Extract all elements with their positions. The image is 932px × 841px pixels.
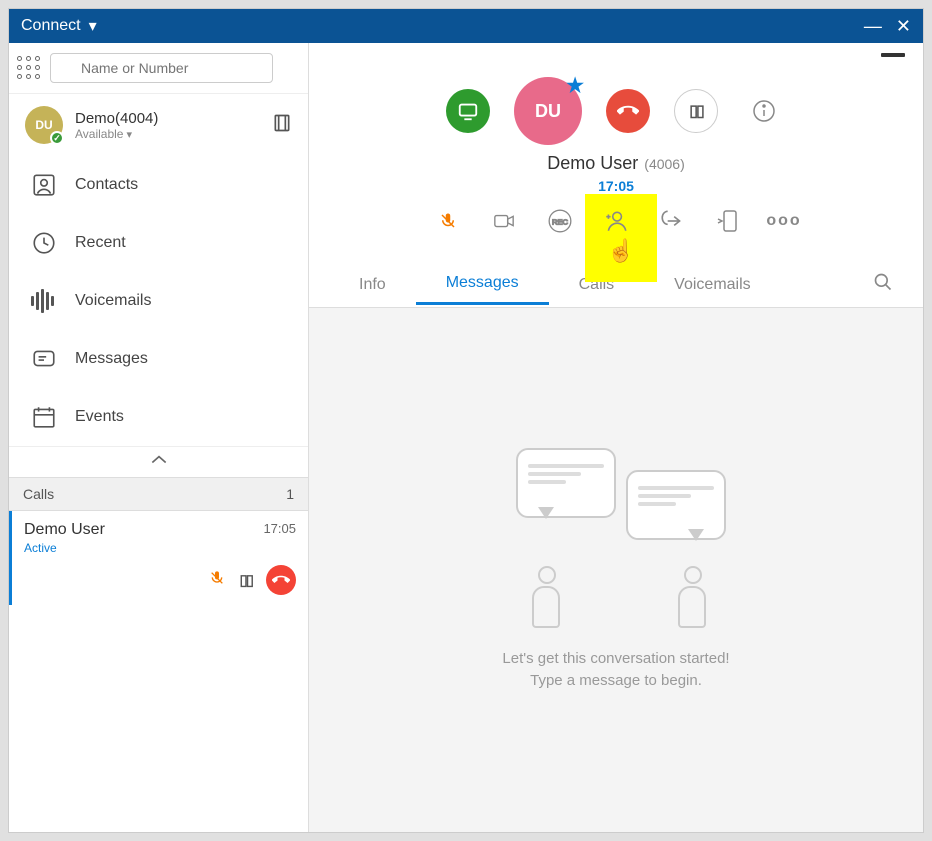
profile-avatar: DU ✓ [25, 106, 63, 144]
add-person-button[interactable] [601, 206, 631, 236]
svg-text:REC: REC [552, 217, 569, 226]
nav-contacts[interactable]: Contacts [9, 156, 308, 214]
record-button[interactable]: REC [545, 206, 575, 236]
mute-button[interactable] [433, 206, 463, 236]
tab-messages[interactable]: Messages [416, 264, 549, 305]
tab-search-button[interactable] [863, 262, 903, 307]
collapse-toggle[interactable] [9, 446, 308, 477]
hangup-button[interactable] [606, 89, 650, 133]
action-row: REC ☝ ooo [433, 206, 799, 236]
empty-illustration [506, 448, 726, 628]
contact-extension: (4006) [644, 156, 684, 172]
profile-initials: DU [35, 118, 52, 132]
app-title: Connect [21, 17, 81, 35]
nav-voicemails-label: Voicemails [75, 292, 151, 310]
more-actions-button[interactable]: ooo [769, 206, 799, 236]
nav-events-label: Events [75, 408, 124, 426]
sidebar: DU ✓ Demo(4004) Available Contacts Recen… [9, 43, 309, 832]
messages-empty-state: Let's get this conversation started! Typ… [309, 308, 923, 832]
title-bar: Connect ▾ — ✕ [9, 9, 923, 43]
call-hangup-button[interactable] [266, 565, 296, 595]
minimize-button[interactable]: — [864, 16, 882, 37]
contact-avatar: DU ★ [514, 77, 582, 145]
call-item-time: 17:05 [263, 521, 296, 539]
contact-initials: DU [535, 101, 561, 122]
nav-recent[interactable]: Recent [9, 214, 308, 272]
search-input[interactable] [50, 53, 273, 83]
call-item-status: Active [24, 541, 296, 555]
favorite-star-icon[interactable]: ★ [566, 73, 584, 98]
contact-name-row: Demo User (4006) [547, 153, 685, 174]
keypad-icon[interactable] [272, 113, 292, 138]
main-menu-icon[interactable] [881, 53, 905, 57]
search-icon [873, 272, 893, 292]
profile-row[interactable]: DU ✓ Demo(4004) Available [9, 94, 308, 156]
nav-contacts-label: Contacts [75, 176, 138, 194]
nav-events[interactable]: Events [9, 388, 308, 446]
call-item-name: Demo User [24, 521, 105, 539]
call-hold-icon[interactable]: ▯▯ [239, 571, 252, 589]
tab-voicemails[interactable]: Voicemails [644, 266, 780, 304]
nav-recent-label: Recent [75, 234, 126, 252]
calls-header-label: Calls [23, 486, 54, 502]
profile-status[interactable]: Available [75, 127, 158, 141]
chevron-up-icon [149, 454, 169, 466]
close-button[interactable]: ✕ [896, 16, 911, 37]
profile-name: Demo(4004) [75, 110, 158, 127]
call-item[interactable]: Demo User 17:05 Active ▯▯ [9, 511, 308, 605]
contact-name: Demo User [547, 153, 638, 174]
empty-text-line2: Type a message to begin. [502, 670, 729, 693]
hold-button[interactable]: ▯▯ [674, 89, 718, 133]
calls-section-header: Calls 1 [9, 477, 308, 511]
empty-text-line1: Let's get this conversation started! [502, 648, 729, 671]
screenshare-button[interactable] [446, 89, 490, 133]
tab-info[interactable]: Info [329, 266, 416, 304]
video-button[interactable] [489, 206, 519, 236]
send-to-device-button[interactable] [713, 206, 743, 236]
call-timer: 17:05 [598, 178, 634, 194]
presence-badge: ✓ [50, 131, 64, 145]
calls-count: 1 [286, 486, 294, 502]
cursor-hand-icon: ☝ [607, 238, 634, 264]
app-window: Connect ▾ — ✕ DU ✓ [8, 8, 924, 833]
call-hero: DU ★ ▯▯ Demo User (4006) 17:05 [309, 67, 923, 242]
call-mute-icon[interactable] [209, 568, 225, 593]
transfer-button[interactable] [657, 206, 687, 236]
nav-messages[interactable]: Messages [9, 330, 308, 388]
info-button[interactable] [742, 89, 786, 133]
search-input-wrap[interactable] [50, 53, 300, 83]
app-title-dropdown-icon[interactable]: ▾ [89, 16, 97, 36]
dialpad-grid-icon[interactable] [17, 56, 42, 81]
nav-messages-label: Messages [75, 350, 148, 368]
nav-voicemails[interactable]: Voicemails [9, 272, 308, 330]
main-panel: DU ★ ▯▯ Demo User (4006) 17:05 [309, 43, 923, 832]
voicemail-icon [31, 288, 57, 314]
